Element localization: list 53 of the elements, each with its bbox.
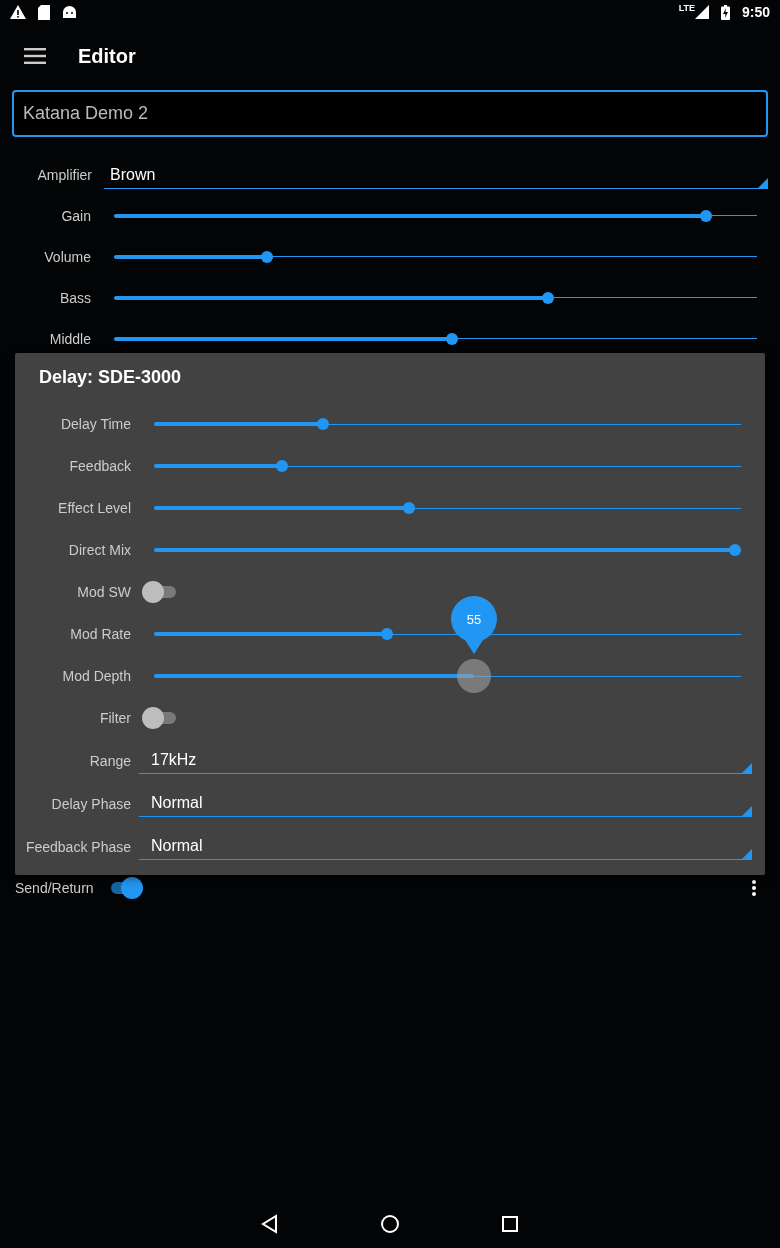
- menu-icon[interactable]: [24, 48, 46, 64]
- dropdown[interactable]: 17kHz: [139, 747, 752, 774]
- dropdown-arrow-icon: [742, 763, 752, 773]
- android-icon: [62, 5, 77, 19]
- dropdown-arrow-icon: [742, 849, 752, 859]
- field-label: Send/Return: [15, 880, 95, 896]
- recents-icon[interactable]: [500, 1214, 520, 1234]
- field-label: Feedback Phase: [24, 838, 132, 855]
- field-label: Delay Time: [59, 416, 132, 432]
- slider-thumb[interactable]: [402, 502, 415, 514]
- warning-icon: [10, 5, 26, 19]
- field-label: Gain: [60, 207, 92, 224]
- slider-thumb[interactable]: [381, 628, 394, 640]
- dropdown[interactable]: Brown: [104, 161, 768, 189]
- clock: 9:50: [741, 4, 770, 20]
- slider-thumb[interactable]: [456, 659, 491, 693]
- field-label: Filter: [98, 710, 132, 726]
- slider-thumb[interactable]: [699, 209, 712, 222]
- toggle-switch[interactable]: [142, 581, 178, 603]
- field-label: Range: [88, 752, 132, 769]
- dropdown[interactable]: Normal: [139, 833, 752, 860]
- field-label: Mod Depth: [61, 668, 132, 684]
- network-type: LTE: [678, 3, 695, 13]
- field-label: Delay Phase: [50, 795, 132, 812]
- slider-thumb[interactable]: [541, 291, 554, 304]
- slider-thumb[interactable]: [276, 460, 289, 472]
- sd-card-icon: [38, 4, 50, 20]
- signal-icon: [694, 5, 709, 19]
- field-label: Volume: [43, 248, 92, 265]
- dropdown[interactable]: Normal: [139, 790, 752, 817]
- name-field[interactable]: Katana Demo 2: [12, 90, 768, 137]
- dropdown-arrow-icon: [742, 806, 752, 816]
- toggle-switch[interactable]: [142, 707, 178, 729]
- slider-thumb[interactable]: [317, 418, 330, 430]
- field-label: Amplifier: [36, 167, 93, 183]
- field-label: Effect Level: [57, 500, 132, 516]
- screen-title: Editor: [78, 44, 136, 68]
- back-icon[interactable]: [260, 1214, 280, 1234]
- value-tooltip: 55: [450, 596, 497, 654]
- slider-thumb[interactable]: [729, 544, 741, 556]
- field-label: Bass: [58, 289, 92, 306]
- dialog-title: Delay: SDE-3000: [38, 367, 183, 389]
- field-label: Direct Mix: [67, 542, 132, 558]
- field-label: Middle: [48, 330, 92, 347]
- more-icon[interactable]: [752, 880, 756, 896]
- slider-thumb[interactable]: [445, 332, 458, 345]
- field-label: Feedback: [68, 458, 132, 474]
- home-icon[interactable]: [380, 1214, 400, 1234]
- field-label: Mod SW: [76, 584, 132, 600]
- battery-icon: [720, 4, 730, 20]
- field-label: Mod Rate: [69, 626, 132, 642]
- dropdown-arrow-icon: [758, 177, 768, 188]
- slider-thumb[interactable]: [261, 250, 273, 263]
